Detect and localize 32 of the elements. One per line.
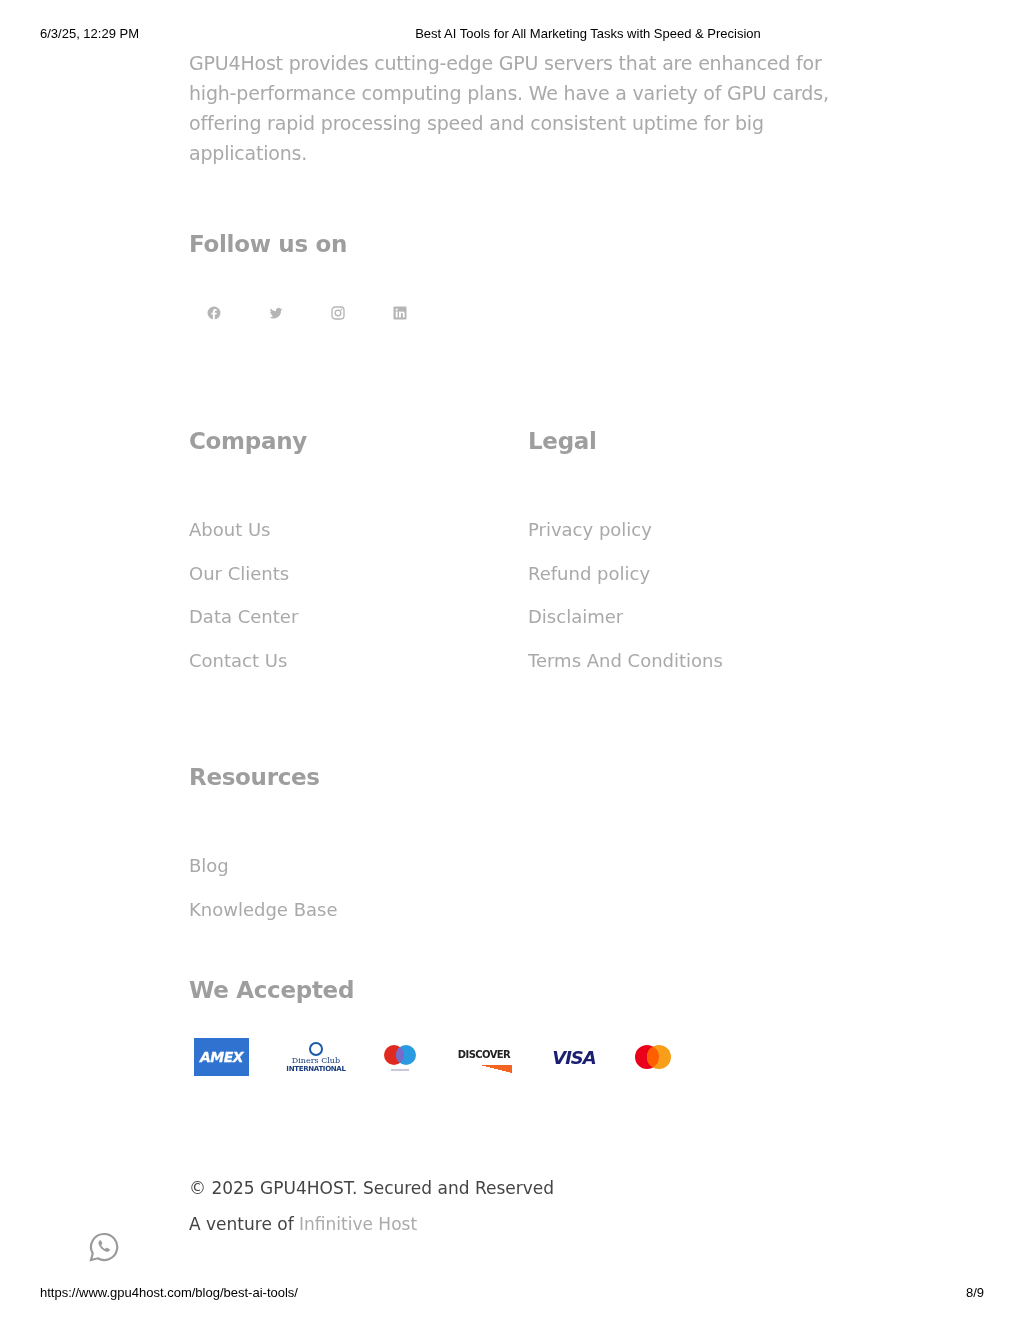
chat-bubble-icon[interactable] [88, 1231, 120, 1263]
facebook-icon[interactable] [207, 306, 221, 320]
linkedin-icon[interactable] [393, 306, 407, 320]
footer-link[interactable]: About Us [189, 508, 271, 552]
instagram-icon[interactable] [331, 306, 345, 320]
footer-link[interactable]: Blog [189, 844, 229, 888]
footer-link[interactable]: Contact Us [189, 638, 288, 682]
section-heading: Resources [189, 763, 320, 792]
footer-link[interactable]: Terms And Conditions [528, 638, 723, 682]
bird-icon[interactable] [269, 306, 283, 320]
venture-link[interactable]: Infinitive Host [299, 1214, 418, 1234]
discover-logo: DISCOVER [454, 1037, 514, 1077]
amex-logo: AMEX [194, 1038, 249, 1076]
visa-logo: VISA [551, 1045, 597, 1070]
footer-link[interactable]: Disclaimer [528, 595, 624, 639]
footer-link[interactable]: Knowledge Base [189, 887, 338, 931]
section-heading: We Accepted [189, 976, 355, 1005]
section-heading: Company [189, 427, 307, 456]
page-number: 8/9 [965, 1285, 984, 1300]
about-text: GPU4Host provides cutting-edge GPU servers that are enhanced for high-performance computing plans. We have a variety of GPU cards, offering rapid processing speed and consistent uptime for big applications. [189, 51, 830, 166]
page-title: Best AI Tools for All Marketing Tasks with Speed & Precision [414, 26, 761, 41]
print-date: 6/3/25, 12:29 PM [40, 26, 139, 41]
mastercard-logo [634, 1044, 672, 1070]
venture-text: A venture of Infinitive Host [189, 1213, 419, 1236]
section-heading: Legal [528, 427, 597, 456]
footer-link[interactable]: Refund policy [528, 551, 651, 595]
footer-link[interactable]: Our Clients [189, 551, 290, 595]
footer-link[interactable]: Data Center [189, 595, 299, 639]
copyright-text: © 2025 GPU4HOST. Secured and Reserved [189, 1177, 556, 1200]
page-url: https://www.gpu4host.com/blog/best-ai-tools/ [40, 1285, 298, 1300]
section-heading: Follow us on [189, 230, 348, 259]
footer-link[interactable]: Privacy policy [528, 508, 652, 552]
